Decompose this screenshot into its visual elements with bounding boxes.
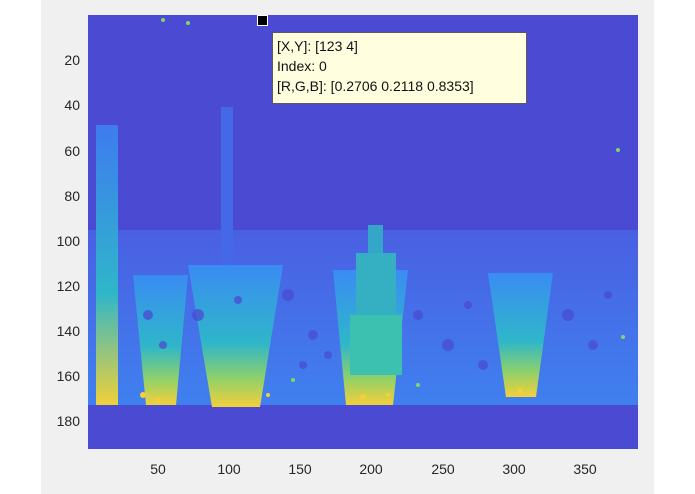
x-tick-label: 50 xyxy=(150,461,166,477)
datatip-marker[interactable] xyxy=(257,15,268,26)
x-tick-label: 150 xyxy=(288,461,312,477)
y-tick-label: 100 xyxy=(56,233,80,249)
x-tick-label: 100 xyxy=(217,461,241,477)
y-tick-label: 160 xyxy=(56,368,80,384)
datatip-box[interactable]: [X,Y]: [123 4] Index: 0 [R,G,B]: [0.2706… xyxy=(272,32,527,104)
x-tick-label: 300 xyxy=(502,461,526,477)
datatip-rgb: [R,G,B]: [0.2706 0.2118 0.8353] xyxy=(277,78,474,94)
y-tick-label: 40 xyxy=(64,97,80,113)
x-tick-label: 200 xyxy=(359,461,383,477)
x-tick-label: 350 xyxy=(573,461,597,477)
y-tick-label: 20 xyxy=(64,52,80,68)
y-tick-label: 120 xyxy=(56,278,80,294)
y-tick-label: 80 xyxy=(64,188,80,204)
datatip-xy: [X,Y]: [123 4] xyxy=(277,38,358,54)
y-tick-label: 180 xyxy=(56,413,80,429)
y-tick-label: 140 xyxy=(56,323,80,339)
y-tick-label: 60 xyxy=(64,143,80,159)
datatip-index: Index: 0 xyxy=(277,58,327,74)
x-tick-label: 250 xyxy=(431,461,455,477)
